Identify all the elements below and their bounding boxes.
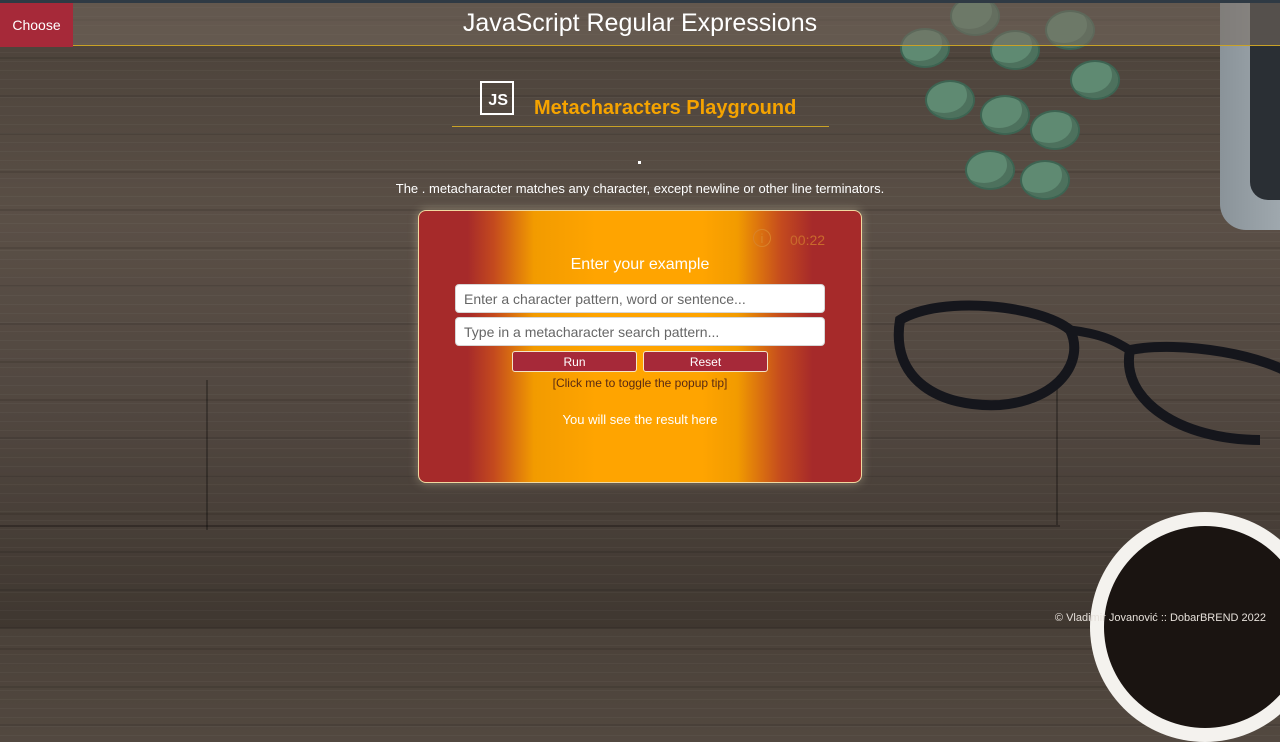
section-title: Metacharacters Playground bbox=[534, 97, 797, 119]
section-description: The . metacharacter matches any characte… bbox=[395, 181, 885, 196]
info-icon[interactable]: i bbox=[753, 229, 771, 247]
section-heading: JS Metacharacters Playground bbox=[452, 80, 829, 127]
top-bar: Choose JavaScript Regular Expressions bbox=[0, 0, 1280, 47]
app-title: JavaScript Regular Expressions bbox=[462, 9, 818, 37]
reset-button[interactable]: Reset bbox=[643, 351, 768, 372]
timer: 00:22 bbox=[790, 232, 826, 248]
js-logo: JS bbox=[480, 81, 514, 115]
popup-tip-toggle[interactable]: [Click me to toggle the popup tip] bbox=[419, 376, 861, 390]
run-button[interactable]: Run bbox=[512, 351, 637, 372]
metacharacter-input[interactable] bbox=[455, 317, 825, 346]
wood-seam bbox=[206, 380, 208, 530]
footer-copyright: © Vladimir Jovanović :: DobarBREND 2022 bbox=[1054, 612, 1266, 624]
coffee-cup-decoration bbox=[1090, 512, 1280, 742]
decorative-dot bbox=[638, 161, 641, 164]
result-text: You will see the result here bbox=[562, 412, 718, 427]
pattern-input[interactable] bbox=[455, 284, 825, 313]
card-title: Enter your example bbox=[570, 256, 710, 273]
playground-card: i 00:22 Enter your example Run Reset [Cl… bbox=[418, 210, 862, 483]
glasses-decoration bbox=[893, 300, 1280, 445]
wood-seam bbox=[0, 525, 1060, 527]
